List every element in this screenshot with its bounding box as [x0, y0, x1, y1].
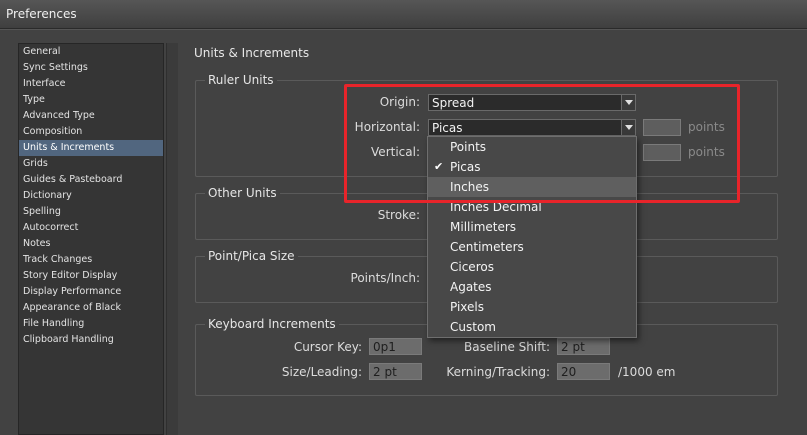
points-inch-label: Points/Inch: [350, 271, 420, 285]
kerning-unit-label: /1000 em [618, 365, 676, 379]
baseline-shift-field[interactable]: 2 pt [557, 338, 610, 355]
chevron-down-icon [621, 120, 635, 135]
title-bar: Preferences [0, 0, 807, 29]
option-inches-decimal[interactable]: Inches Decimal [428, 197, 636, 217]
horizontal-value: Picas [432, 121, 463, 135]
horizontal-select[interactable]: Picas [428, 119, 636, 136]
option-agates[interactable]: Agates [428, 277, 636, 297]
other-units-label: Other Units [205, 186, 280, 200]
sidebar-item-type[interactable]: Type [19, 92, 163, 108]
vertical-points-field[interactable] [643, 144, 681, 161]
sidebar-item-track-changes[interactable]: Track Changes [19, 252, 163, 268]
horizontal-unit-label: points [688, 120, 725, 134]
preferences-sidebar: General Sync Settings Interface Type Adv… [18, 43, 164, 435]
preferences-window: General Sync Settings Interface Type Adv… [0, 29, 807, 435]
baseline-shift-label: Baseline Shift: [463, 340, 550, 354]
sidebar-item-composition[interactable]: Composition [19, 124, 163, 140]
size-leading-value: 2 pt [373, 365, 397, 379]
window-title: Preferences [6, 7, 77, 21]
sidebar-item-notes[interactable]: Notes [19, 236, 163, 252]
sidebar-item-interface[interactable]: Interface [19, 76, 163, 92]
kerning-tracking-label: Kerning/Tracking: [446, 365, 550, 379]
option-points[interactable]: Points [428, 137, 636, 157]
cursor-key-value: 0p1 [373, 340, 396, 354]
sidebar-item-guides-pasteboard[interactable]: Guides & Pasteboard [19, 172, 163, 188]
point-pica-label: Point/Pica Size [205, 249, 298, 263]
sidebar-item-appearance-of-black[interactable]: Appearance of Black [19, 300, 163, 316]
sidebar-item-general[interactable]: General [19, 44, 163, 60]
keyboard-increments-label: Keyboard Increments [205, 317, 339, 331]
sidebar-item-grids[interactable]: Grids [19, 156, 163, 172]
horizontal-label: Horizontal: [354, 120, 420, 134]
vertical-label: Vertical: [371, 145, 420, 159]
ruler-units-label: Ruler Units [205, 73, 277, 87]
sidebar-item-advanced-type[interactable]: Advanced Type [19, 108, 163, 124]
sidebar-item-story-editor-display[interactable]: Story Editor Display [19, 268, 163, 284]
option-custom[interactable]: Custom [428, 317, 636, 337]
horizontal-points-field[interactable] [643, 119, 681, 136]
sidebar-item-clipboard-handling[interactable]: Clipboard Handling [19, 332, 163, 348]
option-inches[interactable]: Inches [428, 177, 636, 197]
baseline-shift-value: 2 pt [561, 340, 585, 354]
stroke-label: Stroke: [377, 208, 420, 222]
size-leading-field[interactable]: 2 pt [369, 363, 422, 380]
sidebar-item-spelling[interactable]: Spelling [19, 204, 163, 220]
checkmark-icon: ✔ [434, 160, 444, 173]
sidebar-scrollbar[interactable] [166, 43, 178, 435]
chevron-down-icon [621, 95, 635, 110]
option-centimeters[interactable]: Centimeters [428, 237, 636, 257]
option-pixels[interactable]: Pixels [428, 297, 636, 317]
origin-value: Spread [432, 96, 475, 110]
cursor-key-field[interactable]: 0p1 [369, 338, 422, 355]
origin-label: Origin: [379, 95, 420, 109]
size-leading-label: Size/Leading: [281, 365, 362, 379]
kerning-tracking-field[interactable]: 20 [557, 363, 610, 380]
units-dropdown-menu: Points ✔ Picas Inches Inches Decimal Mill… [427, 136, 637, 338]
option-ciceros[interactable]: Ciceros [428, 257, 636, 277]
sidebar-item-sync-settings[interactable]: Sync Settings [19, 60, 163, 76]
origin-select[interactable]: Spread [428, 94, 636, 111]
cursor-key-label: Cursor Key: [293, 340, 362, 354]
sidebar-item-autocorrect[interactable]: Autocorrect [19, 220, 163, 236]
vertical-unit-label: points [688, 145, 725, 159]
sidebar-item-units-increments[interactable]: Units & Increments [19, 140, 163, 156]
sidebar-item-dictionary[interactable]: Dictionary [19, 188, 163, 204]
option-picas[interactable]: ✔ Picas [428, 157, 636, 177]
sidebar-item-file-handling[interactable]: File Handling [19, 316, 163, 332]
sidebar-item-display-performance[interactable]: Display Performance [19, 284, 163, 300]
kerning-tracking-value: 20 [561, 365, 577, 379]
option-millimeters[interactable]: Millimeters [428, 217, 636, 237]
page-title: Units & Increments [194, 46, 310, 60]
